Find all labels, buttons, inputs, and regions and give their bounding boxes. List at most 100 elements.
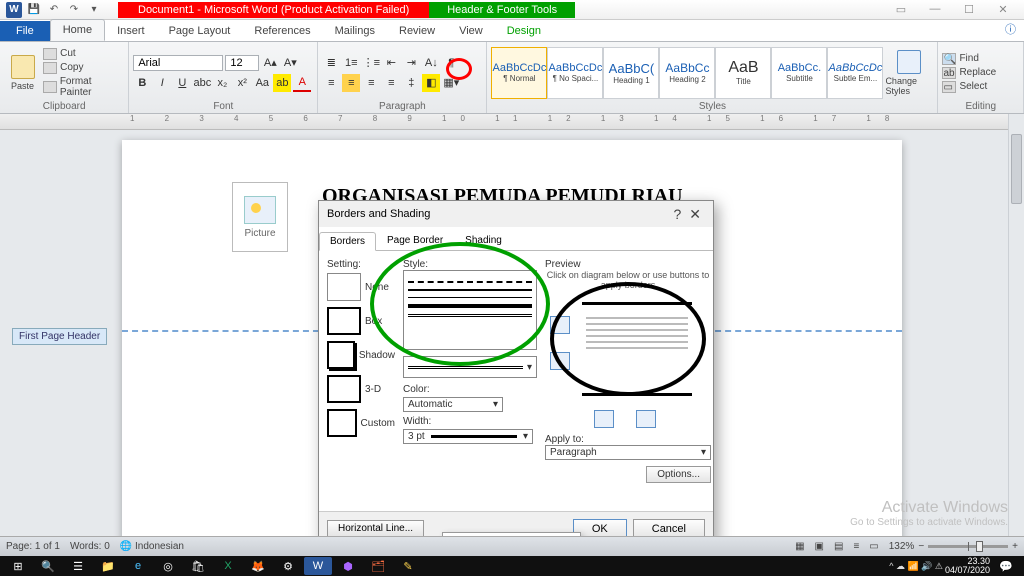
justify-button[interactable]: ≡ bbox=[382, 74, 400, 92]
taskbar-firefox-icon[interactable]: 🦊 bbox=[244, 557, 272, 575]
border-top-toggle[interactable] bbox=[550, 316, 570, 334]
setting-3d[interactable]: 3-D bbox=[327, 375, 395, 403]
find-button[interactable]: 🔍Find bbox=[942, 53, 996, 65]
style-subtleem[interactable]: AaBbCcDcSubtle Em... bbox=[827, 47, 883, 99]
task-view-icon[interactable]: ☰ bbox=[64, 557, 92, 575]
maximize-icon[interactable]: ☐ bbox=[954, 3, 984, 16]
view-fullscreen-icon[interactable]: ▣ bbox=[815, 541, 824, 552]
preview-diagram[interactable] bbox=[582, 302, 692, 396]
help-icon[interactable]: ⓘ bbox=[997, 17, 1024, 41]
taskbar-app1-icon[interactable]: ⬢ bbox=[334, 557, 362, 575]
style-subtitle[interactable]: AaBbCc.Subtitle bbox=[771, 47, 827, 99]
align-center-button[interactable]: ≡ bbox=[342, 74, 360, 92]
superscript-button[interactable]: x² bbox=[233, 74, 251, 92]
horizontal-ruler[interactable]: 1 2 3 4 5 6 7 8 9 10 11 12 13 14 15 16 1… bbox=[0, 114, 1024, 130]
align-left-button[interactable]: ≡ bbox=[322, 74, 340, 92]
taskbar-excel-icon[interactable]: X bbox=[214, 557, 242, 575]
start-button[interactable]: ⊞ bbox=[4, 557, 32, 575]
style-normal[interactable]: AaBbCcDc¶ Normal bbox=[491, 47, 547, 99]
style-listbox[interactable] bbox=[403, 270, 537, 350]
bold-button[interactable]: B bbox=[133, 74, 151, 92]
tab-borders[interactable]: Borders bbox=[319, 232, 376, 251]
copy-button[interactable]: Copy bbox=[43, 62, 124, 74]
inc-indent-button[interactable]: ⇥ bbox=[402, 54, 420, 72]
width-select[interactable]: 3 pt▾ bbox=[403, 429, 533, 444]
sort-button[interactable]: A↓ bbox=[422, 54, 440, 72]
text-effects-button[interactable]: Aa bbox=[253, 74, 271, 92]
format-painter-button[interactable]: Format Painter bbox=[43, 76, 124, 98]
system-tray[interactable]: ^ ☁ 📶 🔊 ⚠ bbox=[889, 561, 943, 572]
view-print-layout-icon[interactable]: ▦ bbox=[795, 541, 804, 552]
setting-custom[interactable]: Custom bbox=[327, 409, 395, 437]
tab-mailings[interactable]: Mailings bbox=[323, 21, 387, 41]
font-name-select[interactable]: Arial bbox=[133, 55, 223, 71]
cut-button[interactable]: Cut bbox=[43, 48, 124, 60]
setting-none[interactable]: None bbox=[327, 273, 395, 301]
taskbar-chrome-icon[interactable]: ◎ bbox=[154, 557, 182, 575]
italic-button[interactable]: I bbox=[153, 74, 171, 92]
change-styles-button[interactable]: Change Styles bbox=[885, 49, 933, 97]
select-button[interactable]: ▭Select bbox=[942, 81, 996, 93]
underline-button[interactable]: U bbox=[173, 74, 191, 92]
tab-insert[interactable]: Insert bbox=[105, 21, 157, 41]
taskbar-store-icon[interactable]: 🛍 bbox=[184, 557, 212, 575]
taskbar-app2-icon[interactable]: 🗂 bbox=[364, 557, 392, 575]
color-select[interactable]: Automatic▾ bbox=[403, 397, 503, 412]
view-outline-icon[interactable]: ≡ bbox=[853, 541, 859, 552]
zoom-slider[interactable]: 132%−+ bbox=[889, 541, 1018, 552]
minimize-ribbon-icon[interactable]: ▭ bbox=[886, 3, 916, 16]
numbering-button[interactable]: 1≡ bbox=[342, 54, 360, 72]
taskbar-app3-icon[interactable]: ✎ bbox=[394, 557, 422, 575]
tab-shading[interactable]: Shading bbox=[454, 231, 513, 250]
status-page[interactable]: Page: 1 of 1 bbox=[6, 541, 60, 552]
close-icon[interactable]: ✕ bbox=[988, 3, 1018, 16]
status-words[interactable]: Words: 0 bbox=[70, 541, 110, 552]
dialog-help-icon[interactable]: ? bbox=[669, 206, 685, 222]
font-color-button[interactable]: A bbox=[293, 74, 311, 92]
apply-to-select[interactable]: Paragraph▾ bbox=[545, 445, 711, 460]
vertical-scrollbar[interactable] bbox=[1008, 114, 1024, 536]
tab-file[interactable]: File bbox=[0, 21, 50, 41]
bullets-button[interactable]: ≣ bbox=[322, 54, 340, 72]
tab-pagelayout[interactable]: Page Layout bbox=[157, 21, 243, 41]
tab-review[interactable]: Review bbox=[387, 21, 447, 41]
qat-more-icon[interactable]: ▾ bbox=[86, 2, 102, 18]
border-right-toggle[interactable] bbox=[636, 410, 656, 428]
taskbar-explorer-icon[interactable]: 📁 bbox=[94, 557, 122, 575]
style-selected[interactable]: ▾ bbox=[403, 356, 537, 378]
tab-references[interactable]: References bbox=[242, 21, 322, 41]
tab-home[interactable]: Home bbox=[50, 19, 105, 41]
picture-placeholder[interactable]: Picture bbox=[232, 182, 288, 252]
dialog-close-icon[interactable]: ✕ bbox=[685, 206, 705, 223]
strike-button[interactable]: abc bbox=[193, 74, 211, 92]
style-nospacing[interactable]: AaBbCcDc¶ No Spaci... bbox=[547, 47, 603, 99]
setting-box[interactable]: Box bbox=[327, 307, 395, 335]
shrink-font-icon[interactable]: A▾ bbox=[281, 54, 299, 72]
styles-gallery[interactable]: AaBbCcDc¶ Normal AaBbCcDc¶ No Spaci... A… bbox=[491, 47, 883, 99]
horizontal-line-button[interactable]: Horizontal Line... bbox=[327, 520, 424, 537]
save-icon[interactable]: 💾 bbox=[26, 2, 42, 18]
minimize-icon[interactable]: — bbox=[920, 3, 950, 16]
status-language[interactable]: 🌐 Indonesian bbox=[120, 541, 184, 552]
font-size-select[interactable]: 12 bbox=[225, 55, 259, 71]
options-button[interactable]: Options... bbox=[646, 466, 711, 483]
style-heading2[interactable]: AaBbCcHeading 2 bbox=[659, 47, 715, 99]
shading-button[interactable]: ◧ bbox=[422, 74, 440, 92]
taskbar-word-icon[interactable]: W bbox=[304, 557, 332, 575]
multilevel-button[interactable]: ⋮≡ bbox=[362, 54, 380, 72]
redo-icon[interactable]: ↷ bbox=[66, 2, 82, 18]
paste-button[interactable]: Paste bbox=[4, 49, 41, 97]
dec-indent-button[interactable]: ⇤ bbox=[382, 54, 400, 72]
view-draft-icon[interactable]: ▭ bbox=[869, 541, 878, 552]
taskbar-settings-icon[interactable]: ⚙ bbox=[274, 557, 302, 575]
show-marks-button[interactable]: ¶ bbox=[442, 54, 460, 72]
highlight-button[interactable]: ab bbox=[273, 74, 291, 92]
style-heading1[interactable]: AaBbC(Heading 1 bbox=[603, 47, 659, 99]
replace-button[interactable]: abReplace bbox=[942, 67, 996, 79]
view-web-icon[interactable]: ▤ bbox=[834, 541, 843, 552]
style-title[interactable]: AaBTitle bbox=[715, 47, 771, 99]
taskbar-edge-icon[interactable]: e bbox=[124, 557, 152, 575]
undo-icon[interactable]: ↶ bbox=[46, 2, 62, 18]
tab-page-border[interactable]: Page Border bbox=[376, 231, 454, 250]
grow-font-icon[interactable]: A▴ bbox=[261, 54, 279, 72]
